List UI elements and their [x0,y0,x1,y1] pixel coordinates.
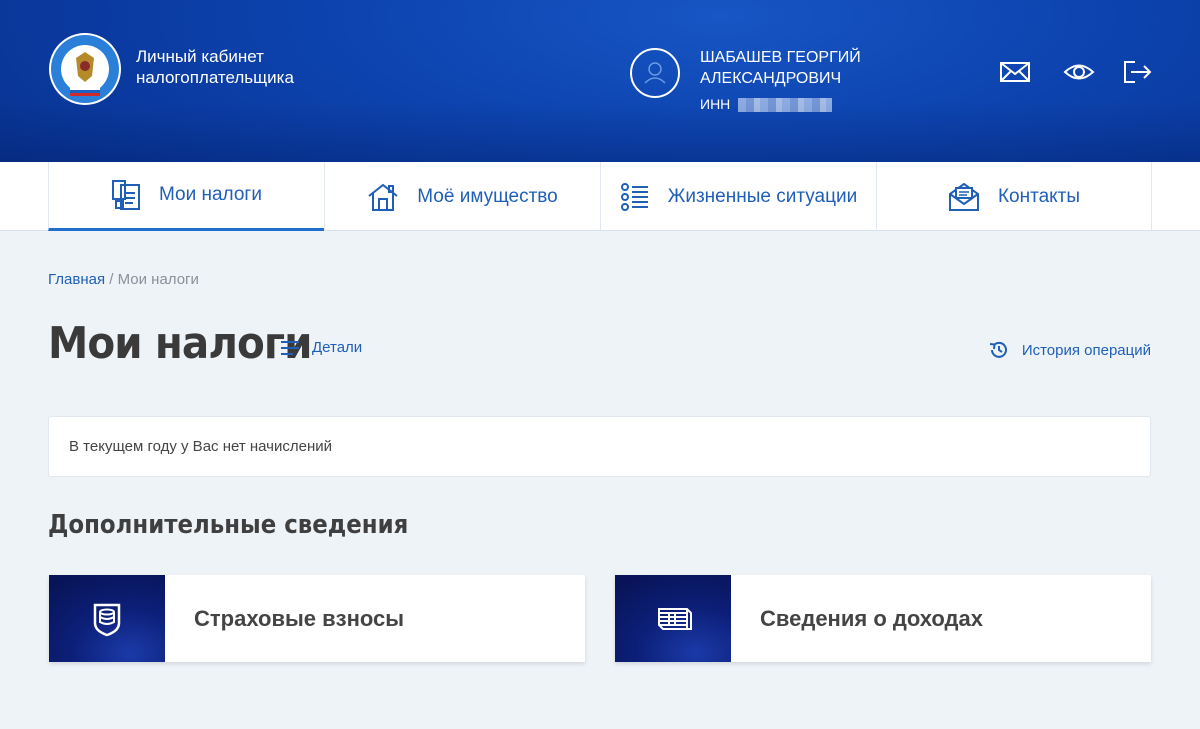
fns-logo-icon[interactable] [48,32,122,106]
house-icon [368,183,398,211]
inn-value-redacted [738,98,833,113]
menu-lines-icon [281,340,299,355]
inn-label: ИНН [700,96,731,112]
header: Личный кабинет налогоплательщика ШАБАШЕВ… [0,0,1200,162]
history-button[interactable]: История операций [988,339,1151,361]
coins-shield-icon [93,603,121,636]
nav-item-label: Моё имущество [417,185,558,207]
nav-item-label: Мои налоги [159,184,262,205]
section-title: Дополнительные сведения [48,510,409,540]
nav-item-life-situations[interactable]: Жизненные ситуации [600,162,876,231]
nav-item-label: Контакты [997,185,1081,207]
details-label: Детали [312,339,363,356]
avatar[interactable] [630,48,680,98]
card-insurance-contributions[interactable]: Страховые взносы [49,575,585,662]
card-label: Сведения о доходах [760,605,983,631]
envelope-open-icon [948,182,979,211]
inn: ИНН [700,96,833,113]
notice-text: В текущем году у Вас нет начислений [69,438,332,455]
app-title-line1: Личный кабинет [136,47,264,66]
user-name-line2: АЛЕКСАНДРОВИЧ [700,70,842,87]
card-image [615,575,731,662]
nav-item-label: Жизненные ситуации [667,185,858,207]
history-label: История операций [1021,341,1151,359]
breadcrumb: Главная / Мои налоги [48,271,199,288]
list-icon [620,182,648,211]
main-nav: Мои налоги Моё имущество Жизненные ситуа… [0,162,1200,231]
mail-icon[interactable] [999,58,1031,86]
user-name-line1: ШАБАШЕВ ГЕОРГИЙ [700,49,861,66]
breadcrumb-separator: / [109,271,114,288]
breadcrumb-home[interactable]: Главная [48,271,105,288]
user-icon [644,62,666,84]
card-image [49,575,165,662]
app-title-line2: налогоплательщика [136,68,294,87]
notice-box: В текущем году у Вас нет начислений [48,416,1151,477]
card-label: Страховые взносы [194,605,405,631]
logout-icon[interactable] [1121,58,1153,86]
card-income-info[interactable]: Сведения о доходах [615,575,1151,662]
details-button[interactable]: Детали [280,339,362,356]
history-icon [989,341,1007,358]
nav-item-my-taxes[interactable]: Мои налоги [48,162,324,231]
nav-item-my-property[interactable]: Моё имущество [324,162,600,231]
app-title[interactable]: Личный кабинет налогоплательщика [136,46,356,88]
tax-documents-icon [112,180,140,210]
money-stack-icon [658,607,692,630]
eye-icon[interactable] [1063,58,1095,86]
user-name[interactable]: ШАБАШЕВ ГЕОРГИЙ АЛЕКСАНДРОВИЧ [700,47,900,89]
page-title: Мои налоги [48,318,313,369]
nav-item-contacts[interactable]: Контакты [876,162,1152,231]
breadcrumb-current: Мои налоги [117,271,199,288]
